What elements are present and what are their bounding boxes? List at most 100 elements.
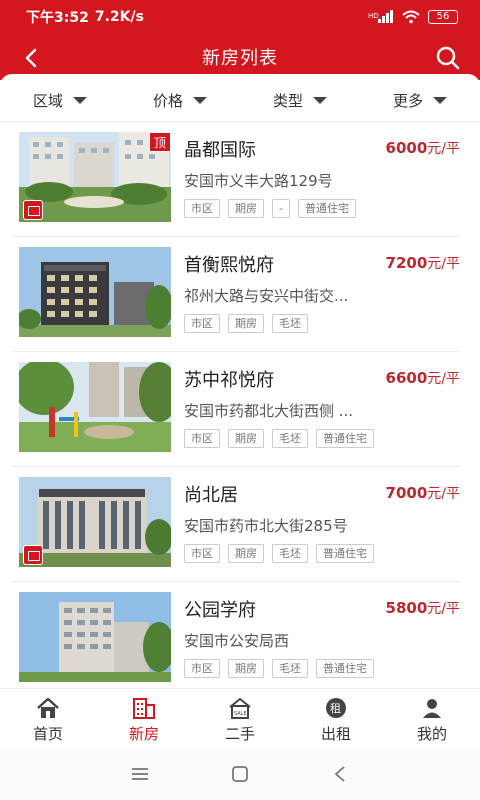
tag-list: 市区 期房 毛坯 普通住宅 [184,659,374,678]
hongbao-icon [23,200,43,220]
caret-down-icon [433,97,447,104]
price-unit: 元/平 [427,256,460,272]
signal-label: HD [368,12,379,20]
nav-label: 首页 [32,725,63,743]
filter-area[interactable]: 区域 [0,80,120,121]
price-value: 6000 [385,139,428,157]
tag: 毛坯 [272,544,308,563]
house-item[interactable]: 顶 晶都国际 6000元/平 安国市义丰大路129号 市区 期房 - 普通住宅 [12,122,460,237]
signal-icon: HD [368,10,394,24]
house-price: 6600元/平 [386,368,460,388]
nav-label: 二手 [224,725,255,743]
house-list: 顶 晶都国际 6000元/平 安国市义丰大路129号 市区 期房 - 普通住宅 [0,122,480,688]
sale-house-icon: SALE [228,697,252,719]
filter-label: 更多 [392,92,423,110]
tag: 普通住宅 [316,659,374,678]
page-title: 新房列表 [202,48,278,69]
filter-bar: 区域 价格 类型 更多 [0,80,480,122]
nav-rent[interactable]: 租 出租 [288,689,384,748]
tag: 期房 [228,314,264,333]
house-price: 6000元/平 [386,138,460,158]
house-price: 7200元/平 [386,253,460,273]
back-triangle-icon[interactable] [326,760,354,788]
house-item[interactable]: 尚北居 7000元/平 安国市药市北大街285号 市区 期房 毛坯 普通住宅 [12,467,460,582]
price-value: 7200 [385,254,428,272]
filter-type[interactable]: 类型 [240,80,360,121]
tag-list: 市区 期房 毛坯 普通住宅 [184,429,374,448]
nav-second-hand[interactable]: SALE 二手 [192,689,288,748]
house-name: 苏中祁悦府 [184,370,274,391]
building-icon [132,697,156,719]
price-unit: 元/平 [427,141,460,157]
tag: 期房 [228,199,264,218]
bottom-nav: 首页 新房 SALE 二手 租 出租 我的 [0,688,480,748]
house-name: 尚北居 [184,485,238,506]
wifi-icon [402,10,420,24]
tag: 市区 [184,199,220,218]
caret-down-icon [73,97,87,104]
top-badge: 顶 [149,132,171,152]
nav-label: 出租 [320,725,351,743]
rent-icon: 租 [324,697,348,719]
home-square-icon[interactable] [226,760,254,788]
hongbao-icon [23,545,43,565]
house-photo [19,592,171,682]
tag-list: 市区 期房 毛坯 普通住宅 [184,544,374,563]
filter-price[interactable]: 价格 [120,80,240,121]
house-photo [19,477,171,567]
house-price: 7000元/平 [386,483,460,503]
tag-list: 市区 期房 - 普通住宅 [184,199,356,218]
tag: 市区 [184,429,220,448]
status-bar: 下午3:52 7.2K/s HD 56 [0,0,480,34]
filter-label: 价格 [152,92,183,110]
nav-new-house[interactable]: 新房 [96,689,192,748]
price-value: 7000 [385,484,428,502]
sale-text: SALE [234,711,247,717]
tag: 普通住宅 [297,199,356,218]
tag: 市区 [184,659,220,678]
house-photo [19,247,171,337]
battery-icon: 56 [428,10,458,24]
filter-label: 区域 [32,92,63,110]
back-button[interactable] [18,44,46,72]
house-item[interactable]: 苏中祁悦府 6600元/平 安国市药都北大街西侧 ... 市区 期房 毛坯 普通… [12,352,460,467]
tag-list: 市区 期房 毛坯 [184,314,308,333]
nav-home[interactable]: 首页 [0,689,96,748]
filter-label: 类型 [272,92,303,110]
tag: 市区 [184,314,220,333]
house-address: 安国市义丰大路129号 [184,172,333,190]
nav-label: 我的 [416,725,447,743]
house-price: 5800元/平 [386,598,460,618]
price-unit: 元/平 [427,371,460,387]
house-photo: 顶 [19,132,171,222]
tag: 毛坯 [272,659,308,678]
price-value: 5800 [385,599,428,617]
house-photo [19,362,171,452]
tag: 期房 [228,659,264,678]
price-value: 6600 [385,369,428,387]
price-unit: 元/平 [427,486,460,502]
filter-more[interactable]: 更多 [360,80,480,121]
back-arrow-icon [25,48,37,68]
tag: - [272,199,290,218]
house-item[interactable]: 公园学府 5800元/平 安国市公安局西 市区 期房 毛坯 普通住宅 [12,582,460,688]
house-address: 祁州大路与安兴中街交... [184,287,349,305]
nav-mine[interactable]: 我的 [384,689,480,748]
nav-label: 新房 [128,725,159,743]
search-button[interactable] [434,44,462,72]
tag: 期房 [228,429,264,448]
house-item[interactable]: 首衡熙悦府 7200元/平 祁州大路与安兴中街交... 市区 期房 毛坯 [12,237,460,352]
house-address: 安国市公安局西 [184,632,290,650]
status-time: 下午3:52 [26,10,89,26]
caret-down-icon [193,97,207,104]
tag: 市区 [184,544,220,563]
system-nav-bar [0,748,480,800]
status-net-speed: 7.2K/s [94,9,144,25]
menu-icon[interactable] [126,760,154,788]
tag: 期房 [228,544,264,563]
rent-text: 租 [330,702,341,715]
house-address: 安国市药都北大街西侧 ... [184,402,354,420]
tag: 毛坯 [272,429,308,448]
price-unit: 元/平 [427,601,460,617]
house-name: 晶都国际 [184,140,256,161]
